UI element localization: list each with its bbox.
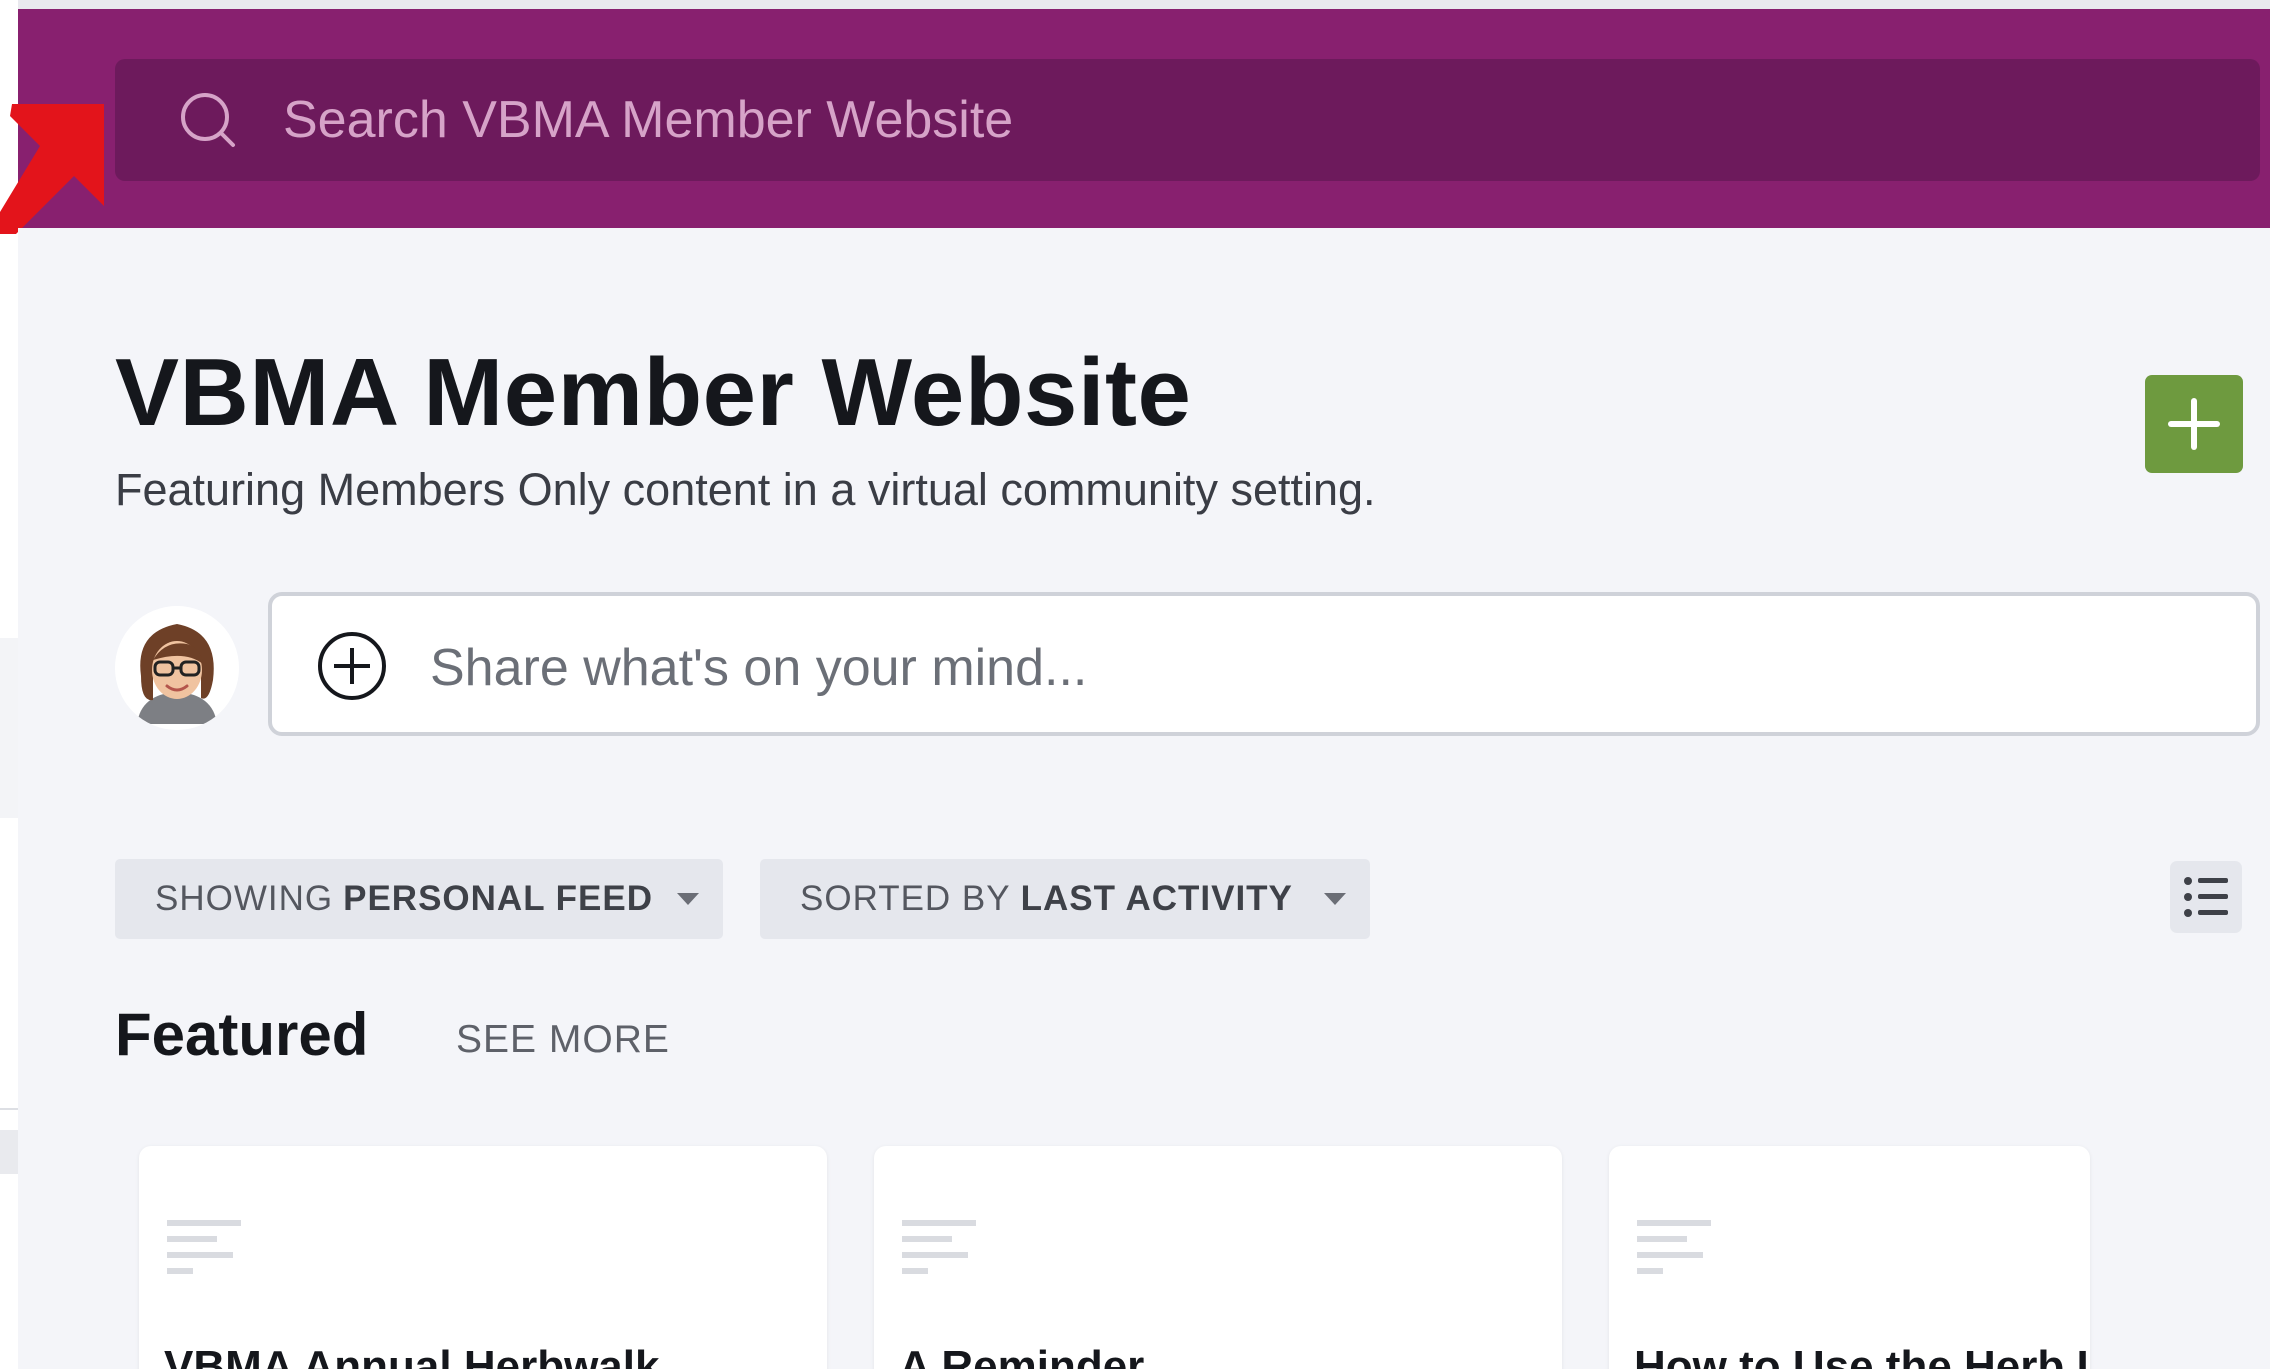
avatar[interactable] [115, 606, 239, 730]
add-content-button[interactable] [2145, 375, 2243, 473]
search-icon [181, 93, 235, 147]
text-lines-icon [902, 1220, 976, 1274]
feed-filter-prefix: SHOWING [155, 879, 334, 918]
sort-prefix: SORTED BY [800, 879, 1011, 918]
text-lines-icon [167, 1220, 241, 1274]
caret-down-icon [1324, 893, 1346, 905]
post-composer[interactable]: Share what's on your mind... [268, 592, 2260, 736]
featured-card[interactable]: VBMA Annual Herbwalk [139, 1146, 827, 1369]
sort-value: LAST ACTIVITY [1020, 879, 1293, 918]
page-subtitle: Featuring Members Only content in a virt… [115, 464, 1376, 515]
featured-heading: Featured [115, 1001, 369, 1068]
featured-card-title: A Reminder [899, 1342, 1145, 1369]
feed-filter-dropdown[interactable]: SHOWING PERSONAL FEED [115, 859, 723, 939]
featured-card[interactable]: A Reminder [874, 1146, 1562, 1369]
see-more-link[interactable]: SEE MORE [456, 1018, 670, 1062]
sort-dropdown[interactable]: SORTED BY LAST ACTIVITY [760, 859, 1370, 939]
search-input[interactable] [283, 79, 2183, 161]
list-view-button[interactable] [2170, 861, 2242, 933]
plus-icon [2168, 398, 2220, 450]
top-header [18, 9, 2270, 228]
composer-placeholder: Share what's on your mind... [430, 639, 1088, 697]
main-content: VBMA Member Website Featuring Members On… [18, 228, 2270, 1369]
feed-filter-value: PERSONAL FEED [343, 879, 654, 918]
search-bar[interactable] [115, 59, 2260, 181]
page-title: VBMA Member Website [115, 339, 1192, 446]
top-edge-bar [18, 0, 2270, 9]
user-avatar-icon [115, 606, 239, 730]
add-circle-icon [318, 632, 386, 700]
caret-down-icon [677, 893, 699, 905]
text-lines-icon [1637, 1220, 1711, 1274]
featured-card-title: VBMA Annual Herbwalk [164, 1342, 660, 1369]
sidebar-remnant [0, 638, 18, 818]
app-window: VBMA Member Website Featuring Members On… [0, 0, 2270, 1369]
featured-card-title: How to Use the Herb I [1634, 1342, 2089, 1369]
featured-card[interactable]: How to Use the Herb I [1609, 1146, 2090, 1369]
list-icon [2184, 877, 2228, 917]
